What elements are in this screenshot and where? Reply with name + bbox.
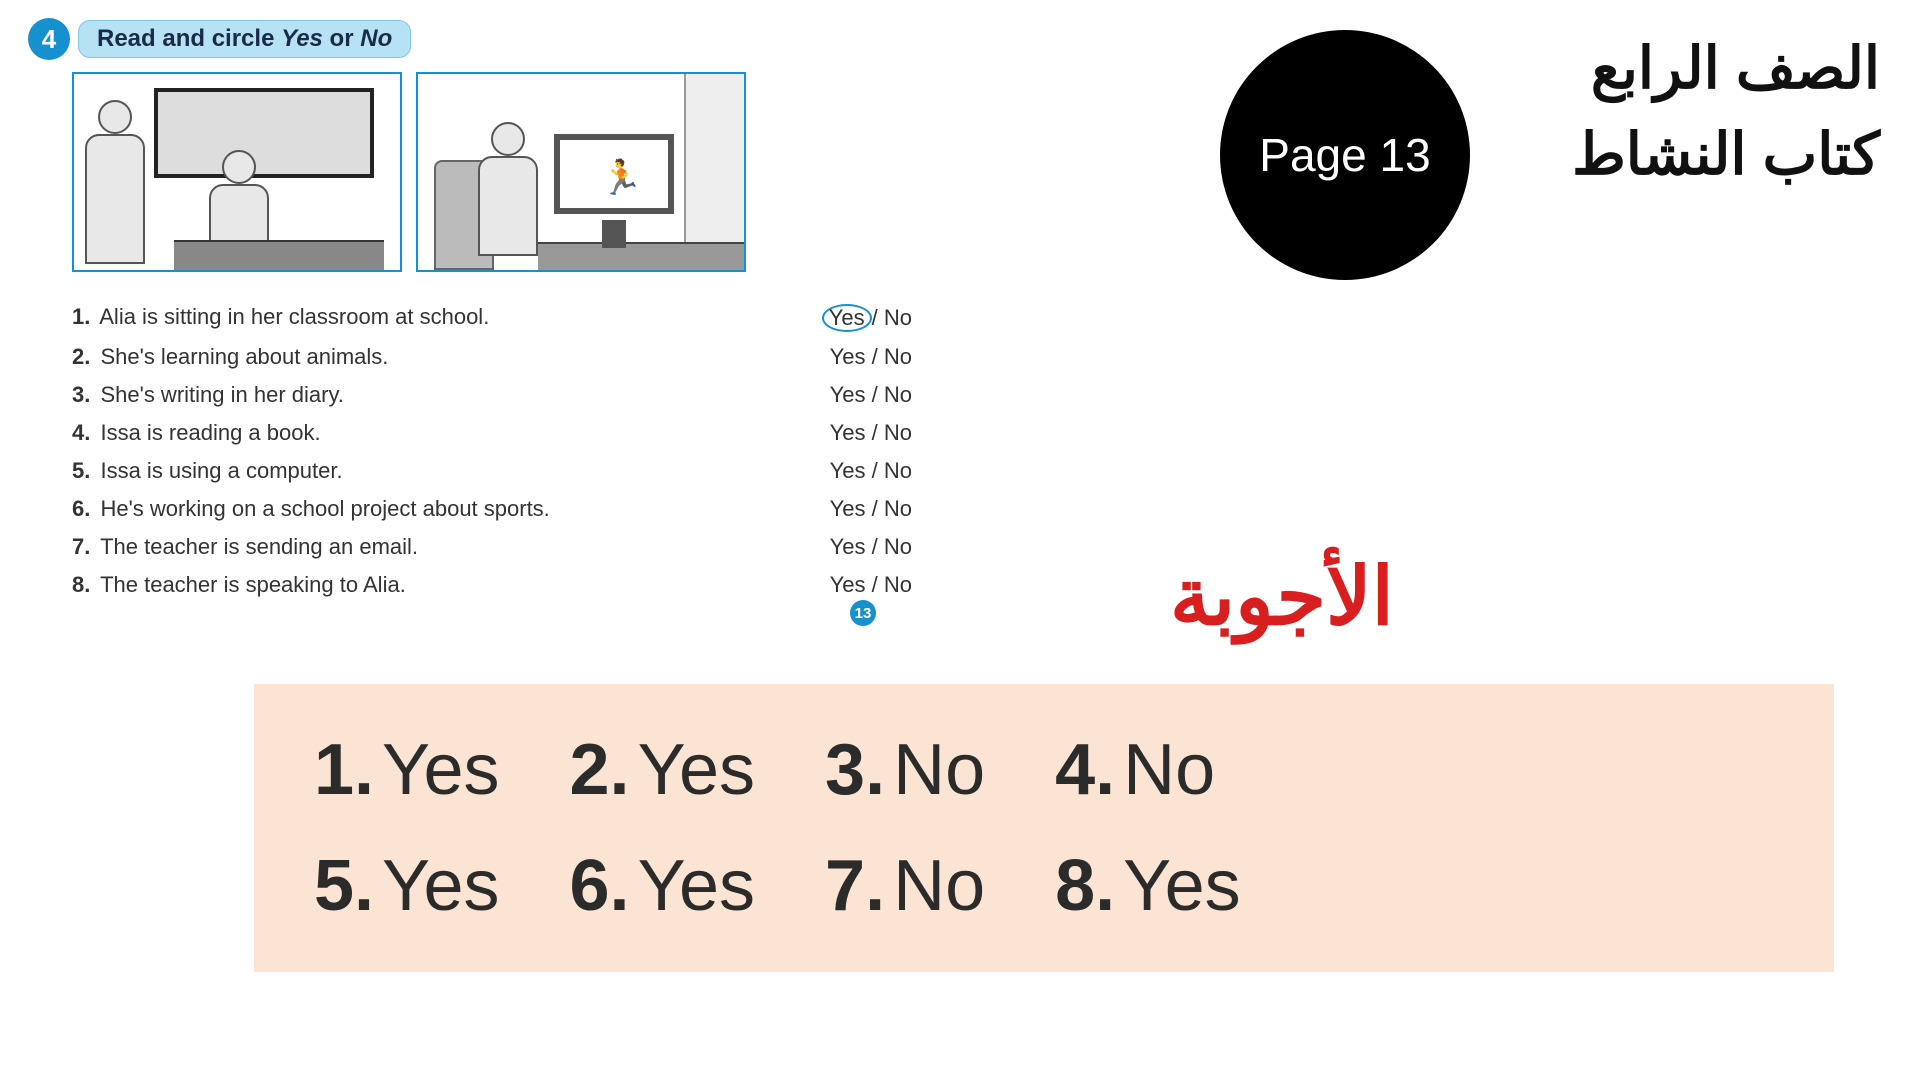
page-number-badge: 13 — [850, 600, 876, 626]
circled-yes: Yes — [822, 304, 872, 332]
yes-no-options: Yes/ No — [822, 304, 912, 332]
question-text: 1. Alia is sitting in her classroom at s… — [72, 304, 489, 332]
answer-item: 2.Yes — [570, 729, 756, 811]
question-row: 2. She's learning about animals. Yes / N… — [72, 338, 912, 376]
answer-item: 5.Yes — [314, 845, 500, 927]
exercise-title-no: No — [360, 25, 392, 52]
question-text: 8. The teacher is speaking to Alia. — [72, 572, 406, 598]
exercise-title: Read and circle Yes or No — [78, 20, 411, 58]
answer-item: 6.Yes — [570, 845, 756, 927]
question-row: 6. He's working on a school project abou… — [72, 490, 912, 528]
question-text: 4. Issa is reading a book. — [72, 420, 321, 446]
yes-no-options: Yes / No — [830, 534, 912, 560]
question-row: 8. The teacher is speaking to Alia. Yes … — [72, 566, 912, 604]
exercise-title-yes: Yes — [281, 25, 323, 52]
question-text: 2. She's learning about animals. — [72, 344, 388, 370]
yes-no-options: Yes / No — [830, 382, 912, 408]
question-row: 1. Alia is sitting in her classroom at s… — [72, 298, 912, 338]
question-row: 3. She's writing in her diary. Yes / No — [72, 376, 912, 414]
question-row: 7. The teacher is sending an email. Yes … — [72, 528, 912, 566]
computer-desk — [538, 242, 746, 270]
classroom-desk — [174, 240, 384, 270]
answers-panel: 1.Yes 2.Yes 3.No 4.No 5.Yes 6.Yes 7.No 8… — [254, 684, 1834, 972]
exercise-title-or: or — [323, 25, 360, 52]
illustration-classroom — [72, 72, 402, 272]
yes-no-options: Yes / No — [830, 496, 912, 522]
yes-no-options: Yes / No — [830, 458, 912, 484]
arabic-book-heading: كتاب النشاط — [1572, 120, 1880, 188]
question-row: 4. Issa is reading a book. Yes / No — [72, 414, 912, 452]
illustration-row: 🏃 — [72, 72, 746, 272]
answers-row: 5.Yes 6.Yes 7.No 8.Yes — [314, 845, 1834, 927]
exercise-number-badge: 4 — [28, 18, 70, 60]
boy-figure — [458, 122, 558, 262]
question-text: 7. The teacher is sending an email. — [72, 534, 418, 560]
exercise-header: 4 Read and circle Yes or No — [28, 18, 411, 60]
question-text: 6. He's working on a school project abou… — [72, 496, 550, 522]
question-text: 5. Issa is using a computer. — [72, 458, 343, 484]
answer-item: 4.No — [1055, 729, 1215, 811]
answer-item: 7.No — [825, 845, 985, 927]
runner-icon: 🏃 — [600, 158, 642, 198]
answer-item: 3.No — [825, 729, 985, 811]
yes-no-options: Yes / No — [830, 572, 912, 598]
answer-item: 8.Yes — [1055, 845, 1241, 927]
arabic-grade-heading: الصف الرابع — [1591, 34, 1880, 102]
monitor-stand — [602, 220, 626, 248]
teacher-figure — [80, 100, 150, 270]
computer-monitor: 🏃 — [554, 134, 674, 214]
question-text: 3. She's writing in her diary. — [72, 382, 344, 408]
exercise-title-prefix: Read and circle — [97, 25, 281, 52]
illustration-computer: 🏃 — [416, 72, 746, 272]
answers-heading: الأجوبة — [1170, 550, 1394, 643]
page-badge: Page 13 — [1220, 30, 1470, 280]
answers-row: 1.Yes 2.Yes 3.No 4.No — [314, 729, 1834, 811]
question-row: 5. Issa is using a computer. Yes / No — [72, 452, 912, 490]
yes-no-options: Yes / No — [830, 420, 912, 446]
questions-list: 1. Alia is sitting in her classroom at s… — [72, 298, 912, 604]
answer-item: 1.Yes — [314, 729, 500, 811]
yes-no-options: Yes / No — [830, 344, 912, 370]
